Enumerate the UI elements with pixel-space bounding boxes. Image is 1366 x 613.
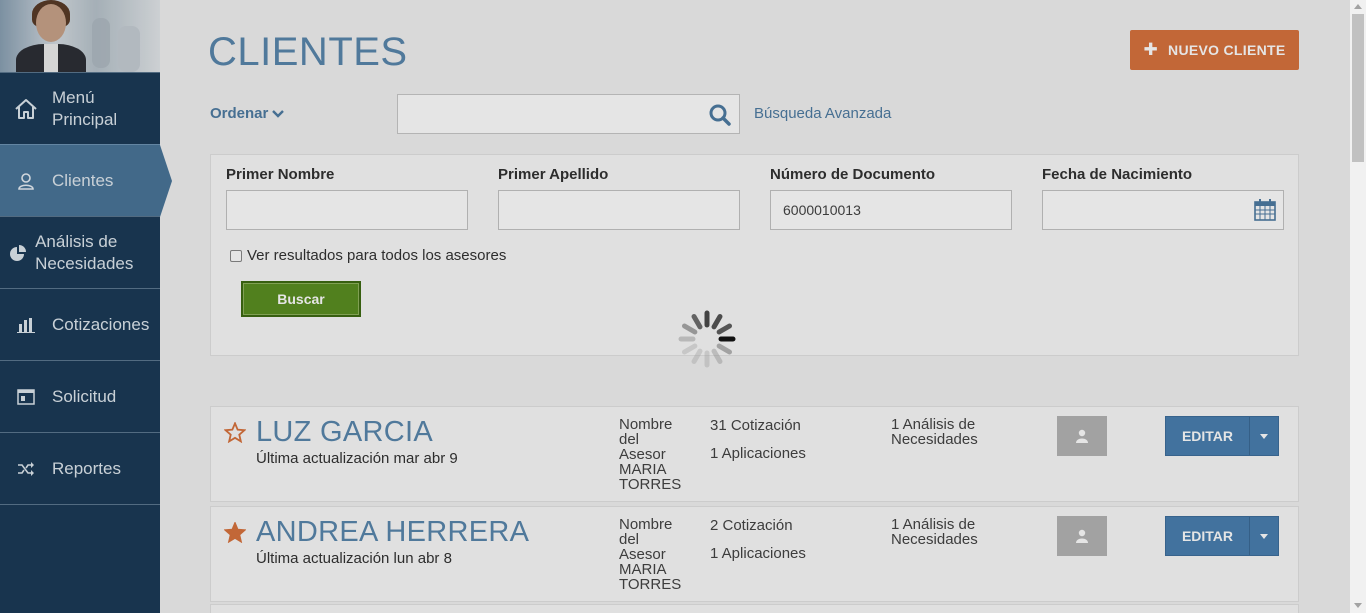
sidebar-item-label: Menú Principal: [52, 87, 118, 129]
last-name-label: Primer Apellido: [498, 166, 609, 183]
client-row: ANDREA HERRERA Última actualización lun …: [210, 506, 1299, 602]
caret-down-icon[interactable]: [1250, 517, 1278, 555]
sidebar-item-reportes[interactable]: Reportes: [0, 432, 160, 504]
search-input[interactable]: [397, 94, 740, 134]
sort-label: Ordenar: [210, 105, 269, 122]
sidebar-item-label: Solicitud: [52, 386, 117, 406]
sidebar-item-cotizaciones[interactable]: Cotizaciones: [0, 288, 160, 360]
applications-count[interactable]: 1 Aplicaciones: [710, 545, 806, 562]
new-client-button[interactable]: ✚ NUEVO CLIENTE: [1130, 30, 1299, 70]
page-scrollbar[interactable]: [1350, 0, 1366, 613]
edit-client-button[interactable]: EDITAR: [1165, 416, 1279, 456]
advisor-name: Nombre del Asesor MARIA TORRES: [619, 416, 682, 493]
client-name[interactable]: LUZ GARCIA: [256, 416, 433, 449]
advanced-search-link[interactable]: Búsqueda Avanzada: [754, 105, 891, 122]
first-name-label: Primer Nombre: [226, 166, 335, 183]
advisor-name: Nombre del Asesor MARIA TORRES: [619, 516, 682, 593]
quotes-count[interactable]: 2 Cotización: [710, 517, 793, 534]
plus-icon: ✚: [1143, 40, 1159, 59]
first-name-field[interactable]: [226, 190, 468, 230]
home-icon: [0, 98, 52, 120]
shuffle-icon: [0, 461, 52, 476]
sidebar-item-label: Reportes: [52, 458, 121, 478]
edit-client-button[interactable]: EDITAR: [1165, 516, 1279, 556]
sidebar-item-menu-principal[interactable]: Menú Principal: [0, 72, 160, 144]
applications-count[interactable]: 1 Aplicaciones: [710, 445, 806, 462]
star-outline-icon[interactable]: [224, 422, 246, 443]
last-updated: Última actualización lun abr 8: [256, 550, 452, 567]
loading-spinner-icon: [678, 310, 736, 368]
all-advisors-label: Ver resultados para todos los asesores: [247, 247, 507, 264]
user-icon: [0, 172, 52, 190]
calendar-icon[interactable]: [1254, 199, 1276, 221]
user-avatar[interactable]: [0, 0, 160, 72]
user-silhouette-icon: [1076, 529, 1088, 543]
birthdate-field[interactable]: [1042, 190, 1284, 230]
needs-analysis-count[interactable]: 1 Análisis de Necesidades: [891, 417, 1001, 447]
scroll-down-icon[interactable]: [1354, 603, 1362, 608]
chevron-down-icon: [272, 110, 285, 118]
birthdate-label: Fecha de Nacimiento: [1042, 166, 1193, 183]
user-silhouette-icon: [1076, 429, 1088, 443]
pie-chart-icon: [0, 244, 35, 262]
client-row: LUZ GARCIA Última actualización mar abr …: [210, 406, 1299, 502]
scroll-up-icon[interactable]: [1354, 4, 1362, 9]
sidebar-item-label: Cotizaciones: [52, 314, 150, 334]
last-name-field[interactable]: [498, 190, 740, 230]
page-title: CLIENTES: [208, 30, 408, 74]
sort-dropdown[interactable]: Ordenar: [210, 105, 285, 122]
new-client-label: NUEVO CLIENTE: [1168, 42, 1286, 58]
form-icon: [0, 388, 52, 405]
search-button[interactable]: Buscar: [241, 281, 361, 317]
quotes-count[interactable]: 31 Cotización: [710, 417, 801, 434]
star-filled-icon[interactable]: [224, 522, 246, 543]
sidebar-item-solicitud[interactable]: Solicitud: [0, 360, 160, 432]
sidebar-item-clientes[interactable]: Clientes: [0, 144, 172, 217]
search-filters-panel: Primer Nombre Primer Apellido Número de …: [210, 154, 1299, 356]
sidebar-item-label: Clientes: [52, 170, 114, 190]
caret-down-icon[interactable]: [1250, 417, 1278, 455]
all-advisors-checkbox[interactable]: [230, 249, 242, 262]
last-updated: Última actualización mar abr 9: [256, 450, 458, 467]
search-icon[interactable]: [709, 104, 731, 126]
client-photo: [1057, 416, 1107, 456]
client-row: [210, 604, 1299, 613]
sidebar: Menú Principal Clientes Análisis de Nece…: [0, 0, 172, 613]
bar-chart-icon: [0, 317, 52, 333]
sidebar-item-label: Análisis de Necesidades: [35, 231, 134, 273]
sidebar-item-analisis[interactable]: Análisis de Necesidades: [0, 216, 160, 288]
all-advisors-option[interactable]: Ver resultados para todos los asesores: [230, 247, 506, 264]
edit-label[interactable]: EDITAR: [1166, 417, 1250, 455]
scrollbar-thumb[interactable]: [1352, 14, 1364, 162]
document-number-label: Número de Documento: [770, 166, 936, 183]
client-photo: [1057, 516, 1107, 556]
client-name[interactable]: ANDREA HERRERA: [256, 516, 529, 549]
document-number-field[interactable]: 6000010013: [770, 190, 1012, 230]
needs-analysis-count[interactable]: 1 Análisis de Necesidades: [891, 517, 1001, 547]
edit-label[interactable]: EDITAR: [1166, 517, 1250, 555]
